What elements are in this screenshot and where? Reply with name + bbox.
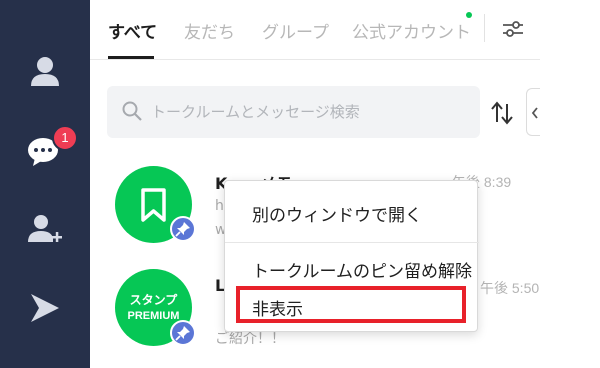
filter-settings-icon[interactable] [500, 16, 526, 42]
tab-friends[interactable]: 友だち [184, 18, 235, 43]
search-icon [121, 100, 143, 122]
right-margin [540, 0, 600, 368]
search-box [107, 86, 480, 138]
tab-all[interactable]: すべて [108, 18, 157, 43]
active-tab-underline [108, 56, 154, 59]
add-friend-icon[interactable] [25, 210, 65, 250]
filter-tabs: すべて 友だち グループ 公式アカウント [90, 0, 540, 60]
tab-official-accounts[interactable]: 公式アカウント [352, 18, 471, 43]
chat-preview: h [215, 198, 224, 214]
play-icon[interactable] [25, 288, 65, 328]
highlight-box [236, 286, 466, 323]
search-input[interactable] [151, 86, 471, 138]
tab-groups[interactable]: グループ [262, 18, 329, 43]
menu-item-open-new-window[interactable]: 別のウィンドウで開く [225, 201, 479, 226]
nav-rail: 1 [0, 0, 90, 368]
sort-icon[interactable] [490, 100, 514, 126]
menu-item-unpin[interactable]: トークルームのピン留め解除 [225, 257, 479, 282]
chat-time: 午後 5:50 [480, 280, 540, 296]
menu-divider [225, 242, 479, 243]
pin-icon [170, 216, 196, 242]
avatar-text-line1: スタンプ [129, 293, 178, 307]
unread-badge: 1 [52, 125, 78, 151]
pin-icon [170, 320, 196, 346]
profile-icon[interactable] [25, 52, 65, 92]
new-indicator-dot [466, 12, 472, 18]
chevron-left-icon [531, 107, 538, 119]
tab-divider [484, 14, 485, 42]
